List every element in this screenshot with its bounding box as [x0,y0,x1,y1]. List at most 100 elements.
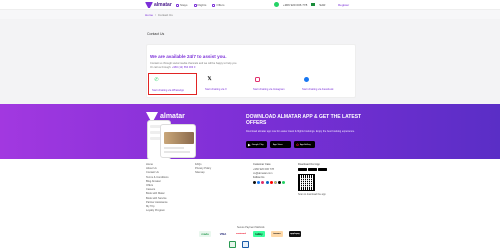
download-app-title: Download Our App [298,163,320,166]
tablet-mockup [160,124,196,158]
store-label: App Store [273,143,283,146]
whatsapp-icon: ✆ [154,77,159,83]
nav-label: Offers [216,3,225,7]
contact-description: Contact us through social media channels… [150,62,238,65]
play-icon: ▶ [248,142,251,147]
social-icons [253,180,286,184]
footer [0,159,500,252]
nav-offers[interactable]: Offers [212,3,224,7]
channel-instagram[interactable]: Start chatting via Instagram [250,73,299,95]
qr-caption: Scan to download the app [298,193,326,196]
footer-link[interactable]: Book with Matar [146,192,169,195]
huawei-icon: ✿ [296,142,299,147]
qr-code [298,174,315,191]
footer-link[interactable]: Privacy Policy [195,167,211,170]
channel-facebook[interactable]: Start chatting via Facebook [299,73,348,95]
instagram-icon[interactable] [261,180,265,184]
facebook-icon [304,77,309,82]
x-icon: 𝕏 [207,76,212,82]
channel-label: Start chatting via WhatsApp [152,89,185,92]
banner-heading: DOWNLOAD ALMATAR APP & GET THE LATEST OF… [246,114,362,126]
app-gallery-badge[interactable] [318,167,327,172]
channel-x[interactable]: 𝕏 Start chatting via X [202,73,251,95]
phone-prefix: Or call us through: [150,66,172,69]
footer-link[interactable]: FAQs [195,163,211,166]
footer-link[interactable]: Home [146,163,169,166]
linkedin-icon[interactable] [265,180,269,184]
banner-logo-text: almatar [160,113,185,120]
page-title: Contact Us [147,32,165,36]
payment-methods: mada VISA mastercard tabby tamara applep… [199,231,301,237]
footer-link[interactable]: About Us [146,167,169,170]
header-right: +966 920 006 778 SAR [274,2,325,7]
channel-whatsapp[interactable]: ✆ Start chatting via WhatsApp [148,73,197,95]
footer-link[interactable]: Terms & Conditions [146,176,169,179]
mockup-line [164,147,184,149]
store-label: AppGallery [299,143,311,146]
nav-label: Flights [197,3,207,7]
contact-card: We are available 24/7 to assist you. Con… [146,44,356,98]
app-gallery-badge[interactable]: ✿ AppGallery [294,141,315,148]
mada-logo: mada [199,231,211,237]
certification-badge [242,241,249,248]
app-store-badge[interactable]: App Store [270,141,291,148]
follow-us-title: Follow Us [253,175,265,179]
header-phone[interactable]: +966 920 006 778 [283,3,307,7]
footer-link[interactable]: Contact Us [146,171,169,174]
certification-badge [229,241,236,248]
contact-phone-link[interactable]: +966 (12) 654 003 0 [172,66,195,69]
tag-icon [212,3,216,7]
footer-link[interactable]: Offers [146,184,169,187]
whatsapp-icon[interactable] [282,180,286,184]
footer-link[interactable]: Blog Almatar [146,180,169,183]
visa-logo: VISA [217,231,229,237]
contact-phone-line: Or call us through: +966 (12) 654 003 0 [150,66,195,69]
youtube-icon[interactable] [269,180,273,184]
register-link[interactable]: Register [338,3,349,7]
footer-links-col1: Home About Us Contact Us Terms & Conditions… [146,163,169,213]
facebook-icon[interactable] [257,180,261,184]
saudi-flag-icon[interactable] [311,3,316,6]
breadcrumb-bar [0,10,500,19]
footer-link[interactable]: My Trip [146,205,169,208]
store-label: Google Play [251,143,264,146]
breadcrumb-home[interactable]: Home [145,13,153,17]
nav-label: Stays [180,3,188,7]
almatar-logo[interactable]: almatar [145,2,172,8]
footer-link[interactable]: Book with Service [146,197,169,200]
breadcrumb-current: Contact Us [157,13,173,17]
currency-selector[interactable]: SAR [319,3,325,7]
x-icon[interactable] [253,180,256,184]
nav-stays[interactable]: Stays [176,3,188,7]
channel-label: Start chatting via Facebook [302,88,334,91]
whatsapp-icon[interactable] [274,2,279,7]
main-nav: Stays Flights Offers [176,3,224,7]
top-header [0,0,500,10]
mastercard-logo: mastercard [235,231,247,237]
mini-store-badges [298,167,327,172]
google-play-badge[interactable] [298,167,307,172]
footer-link[interactable]: Careers [146,188,169,191]
secure-payment-label: Secure Payment Methods [237,226,265,229]
banner-description: Download almatar app now for easier trav… [246,130,355,133]
snapchat-icon[interactable] [273,180,277,184]
nav-flights[interactable]: Flights [193,3,207,7]
mockup-line [164,151,190,153]
footer-customer-care: Customer Care +966 920 006 778 cs@almata… [253,163,286,185]
google-play-badge[interactable]: ▶ Google Play [246,141,267,148]
breadcrumb-separator: / [155,13,156,17]
customer-care-phone[interactable]: +966 920 006 778 [253,168,285,171]
tiktok-icon[interactable] [278,180,282,184]
footer-link[interactable]: Loyalty Program [146,209,169,212]
plane-icon [193,3,197,7]
store-badges: ▶ Google Play App Store ✿ AppGallery [246,141,315,148]
footer-link[interactable]: Sitemap [195,171,211,174]
instagram-icon [255,77,260,82]
channel-label: Start chatting via Instagram [253,88,285,91]
customer-care-email[interactable]: cs@almatar.com [253,172,285,175]
footer-link[interactable]: Partner Assistance [146,201,169,204]
footer-download-app: Download Our App [298,163,327,172]
tamara-logo: tamara [271,231,283,237]
footer-links-col2: FAQs Privacy Policy Sitemap [195,163,211,176]
app-store-badge[interactable] [308,167,317,172]
